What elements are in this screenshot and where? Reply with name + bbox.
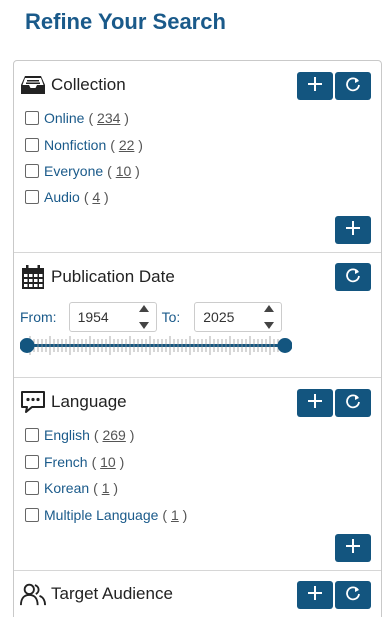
option-label[interactable]: Korean — [44, 480, 89, 496]
checkbox[interactable] — [25, 164, 39, 178]
option-label[interactable]: Online — [44, 110, 84, 126]
collection-add-button[interactable] — [297, 72, 333, 100]
list-item[interactable]: English ( 269 ) — [25, 425, 134, 445]
list-item[interactable]: Nonfiction ( 22 ) — [25, 135, 143, 155]
plus-icon — [345, 220, 361, 241]
option-label[interactable]: English — [44, 427, 90, 443]
list-item[interactable]: French ( 10 ) — [25, 452, 124, 472]
facet-language-title: Language — [51, 392, 127, 411]
to-year-input[interactable]: 2025 — [194, 302, 283, 332]
list-item[interactable]: Audio ( 4 ) — [25, 187, 109, 207]
inbox-tray-icon — [20, 72, 46, 98]
option-label[interactable]: Nonfiction — [44, 137, 106, 153]
option-count[interactable]: 234 — [97, 110, 120, 126]
from-label: From: — [20, 309, 57, 325]
list-item[interactable]: Multiple Language ( 1 ) — [25, 505, 187, 525]
option-count[interactable]: 1 — [171, 507, 179, 523]
facet-collection-header: Collection — [20, 65, 126, 105]
date-range-row: From: 1954 To: 2025 — [20, 302, 283, 332]
facet-audience-header: Target Audience — [20, 574, 173, 614]
audience-add-button[interactable] — [297, 581, 333, 609]
from-year-input[interactable]: 1954 — [68, 302, 157, 332]
option-count[interactable]: 269 — [102, 427, 125, 443]
checkbox[interactable] — [25, 481, 39, 495]
language-add-button[interactable] — [297, 389, 333, 417]
list-item[interactable]: Everyone ( 10 ) — [25, 161, 140, 181]
checkbox[interactable] — [25, 138, 39, 152]
option-count[interactable]: 10 — [100, 454, 116, 470]
option-label[interactable]: French — [44, 454, 88, 470]
facet-date-header: Publication Date — [20, 257, 175, 297]
facet-target-audience: Target Audience — [14, 571, 381, 617]
facet-language-header: Language — [20, 382, 127, 422]
date-reset-button[interactable] — [335, 263, 371, 291]
refresh-icon — [345, 393, 361, 414]
option-count[interactable]: 1 — [102, 480, 110, 496]
year-range-slider[interactable] — [19, 333, 293, 357]
language-reset-button[interactable] — [335, 389, 371, 417]
refresh-icon — [345, 585, 361, 606]
checkbox[interactable] — [25, 508, 39, 522]
plus-icon — [345, 538, 361, 559]
collection-reset-button[interactable] — [335, 72, 371, 100]
plus-icon — [307, 393, 323, 414]
checkbox[interactable] — [25, 428, 39, 442]
people-icon — [20, 581, 46, 607]
from-year-value[interactable]: 1954 — [78, 309, 109, 325]
option-label[interactable]: Multiple Language — [44, 507, 158, 523]
range-handle-min — [19, 338, 35, 353]
calendar-icon — [20, 264, 46, 290]
from-year-stepper[interactable] — [134, 305, 154, 329]
range-handle-max — [277, 338, 293, 353]
collection-more-button[interactable] — [335, 216, 371, 244]
speech-bubble-icon — [20, 389, 46, 415]
to-year-stepper[interactable] — [259, 305, 279, 329]
plus-icon — [307, 76, 323, 97]
audience-reset-button[interactable] — [335, 581, 371, 609]
facet-language: Language English ( 269 ) French ( 10 ) K… — [14, 378, 381, 571]
checkbox[interactable] — [25, 190, 39, 204]
list-item[interactable]: Korean ( 1 ) — [25, 478, 118, 498]
facet-collection-title: Collection — [51, 75, 126, 94]
option-label[interactable]: Everyone — [44, 163, 103, 179]
facet-collection: Collection Online ( 234 ) Nonfiction ( 2… — [14, 61, 381, 253]
checkbox[interactable] — [25, 111, 39, 125]
refresh-icon — [345, 267, 361, 288]
page-title: Refine Your Search — [25, 9, 226, 34]
facet-audience-title: Target Audience — [51, 584, 173, 603]
facet-date-title: Publication Date — [51, 267, 175, 286]
option-count[interactable]: 4 — [92, 189, 100, 205]
language-more-button[interactable] — [335, 534, 371, 562]
checkbox[interactable] — [25, 455, 39, 469]
refine-panel: Collection Online ( 234 ) Nonfiction ( 2… — [13, 60, 382, 617]
option-count[interactable]: 10 — [116, 163, 132, 179]
facet-publication-date: Publication Date From: 1954 To: 2025 — [14, 253, 381, 378]
plus-icon — [307, 585, 323, 606]
list-item[interactable]: Online ( 234 ) — [25, 108, 129, 128]
to-label: To: — [161, 309, 181, 325]
option-label[interactable]: Audio — [44, 189, 80, 205]
to-year-value[interactable]: 2025 — [203, 309, 234, 325]
refresh-icon — [345, 76, 361, 97]
option-count[interactable]: 22 — [119, 137, 135, 153]
